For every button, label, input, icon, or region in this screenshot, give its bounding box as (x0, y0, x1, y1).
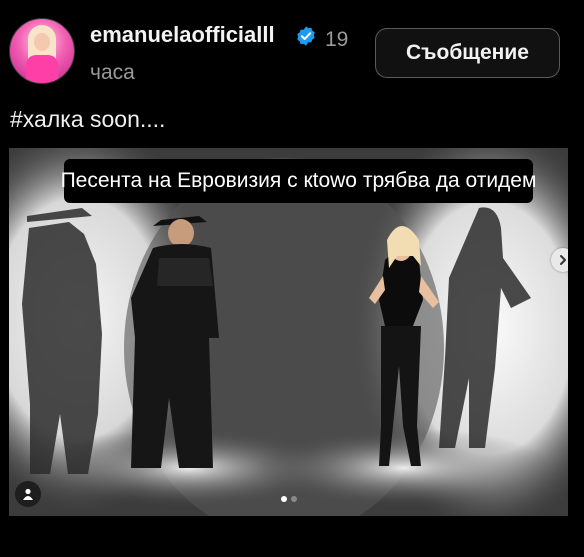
video-subtitle: Песента на Евровизия с кtowo трябва да о… (61, 159, 536, 203)
post-media[interactable]: Песента на Евровизия с кtowo трябва да о… (9, 148, 568, 516)
media-image (9, 148, 568, 516)
message-button[interactable]: Съобщение (375, 28, 560, 78)
carousel-indicator (279, 496, 309, 504)
verified-badge-icon (297, 26, 315, 46)
chevron-right-icon (560, 255, 566, 265)
carousel-dot (291, 496, 297, 502)
user-tag-button[interactable] (15, 481, 41, 507)
carousel-dot-active (281, 496, 287, 502)
instagram-post: emanuelaofficialll 19 часа Съобщение #ха… (0, 0, 584, 557)
time-value: 19 (325, 28, 349, 51)
time-unit: часа (90, 61, 135, 84)
avatar[interactable] (9, 18, 75, 84)
avatar-face (34, 33, 50, 51)
post-caption: #халка soon.... (10, 106, 166, 132)
user-tag-icon (23, 488, 33, 500)
carousel-next-button[interactable] (551, 248, 568, 272)
avatar-body (26, 55, 58, 83)
username[interactable]: emanuelaofficialll (90, 22, 275, 48)
post-header: emanuelaofficialll 19 часа Съобщение (0, 0, 584, 96)
